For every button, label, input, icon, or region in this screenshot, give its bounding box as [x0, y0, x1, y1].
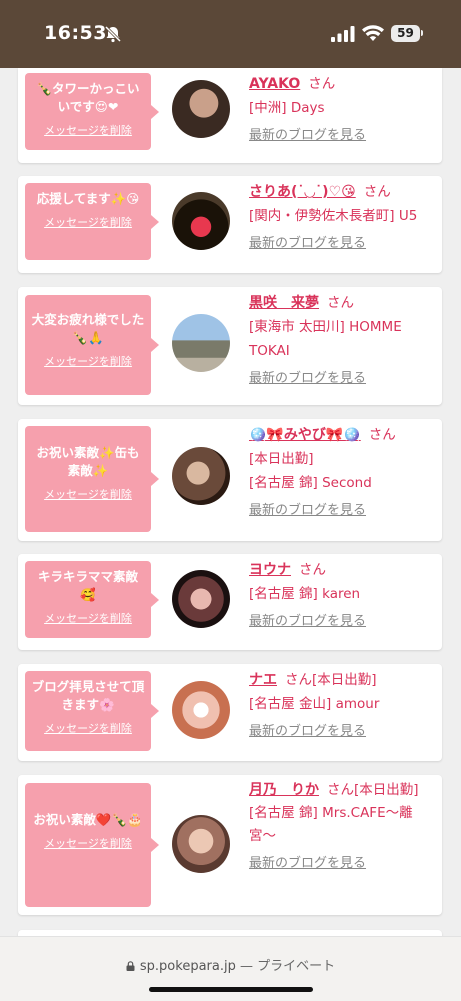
delete-message-link[interactable]: メッセージを削除 [25, 610, 151, 628]
shop-line: [東海市 太田川] HOMME TOKAI [249, 319, 402, 359]
message-card: お祝い素敵✨缶も素敵✨ メッセージを削除 🪩🎀みやび🎀🪩 さん [本日出勤] [名… [18, 419, 442, 541]
message-card: ブログ拝見させて頂きます🌸 メッセージを削除 ナエ さん[本日出勤] [名古屋 金… [18, 664, 442, 761]
latest-blog-link[interactable]: 最新のブログを見る [249, 232, 436, 256]
latest-blog-link[interactable]: 最新のブログを見る [249, 499, 436, 523]
wifi-icon [362, 25, 384, 41]
message-card: 大変お疲れ様でした🍾🙏 メッセージを削除 黒咲 来夢 さん [東海市 太田川] H… [18, 287, 442, 405]
honorific: さん [363, 184, 391, 200]
cellular-signal-icon [331, 26, 355, 42]
message-bubble: お祝い素敵❤️🍾🎂 メッセージを削除 [25, 783, 159, 907]
message-card: キラキラママ素敵🥰 メッセージを削除 ヨウナ さん [名古屋 錦] karen 最… [18, 554, 442, 650]
status-time: 16:53 [44, 22, 107, 44]
avatar[interactable] [172, 681, 230, 739]
delete-message-link[interactable]: メッセージを削除 [25, 486, 151, 504]
cast-name-link[interactable]: 黒咲 来夢 [249, 295, 319, 311]
cast-info: 月乃 りか さん[本日出勤] [名古屋 錦] Mrs.CAFE〜離宮〜 最新のブロ… [249, 779, 436, 875]
message-bubble: ブログ拝見させて頂きます🌸 メッセージを削除 [25, 671, 159, 751]
message-bubble: 応援してます✨😘 メッセージを削除 [25, 183, 159, 260]
browser-address-bar[interactable]: sp.pokepara.jp — プライベート [0, 936, 461, 1001]
delete-message-link[interactable]: メッセージを削除 [25, 214, 151, 232]
shop-line: [名古屋 錦] karen [249, 586, 361, 602]
message-bubble: 大変お疲れ様でした🍾🙏 メッセージを削除 [25, 295, 159, 395]
cast-info: 黒咲 来夢 さん [東海市 太田川] HOMME TOKAI 最新のブログを見る [249, 291, 436, 391]
latest-blog-link[interactable]: 最新のブログを見る [249, 124, 436, 148]
message-text: 🍾タワーかっこいいです😍❤ [36, 81, 140, 114]
avatar[interactable] [172, 570, 230, 628]
shop-line: [本日出勤] [249, 451, 314, 467]
delete-message-link[interactable]: メッセージを削除 [25, 835, 151, 853]
message-bubble: キラキラママ素敵🥰 メッセージを削除 [25, 561, 159, 638]
honorific: さん[本日出勤] [327, 782, 419, 798]
cast-name-link[interactable]: 月乃 りか [249, 782, 319, 798]
avatar[interactable] [172, 80, 230, 138]
message-card: 🍾タワーかっこいいです😍❤ メッセージを削除 AYAKO さん [中洲] Days… [18, 68, 442, 163]
shop-line: [名古屋 錦] Mrs.CAFE〜離宮〜 [249, 805, 413, 844]
avatar[interactable] [172, 447, 230, 505]
honorific: さん[本日出勤] [285, 672, 377, 688]
avatar[interactable] [172, 314, 230, 372]
cast-name-link[interactable]: ヨウナ [249, 562, 291, 578]
cast-info: 🪩🎀みやび🎀🪩 さん [本日出勤] [名古屋 錦] Second 最新のブログを見… [249, 423, 436, 523]
home-indicator[interactable] [149, 987, 313, 992]
cast-name-link[interactable]: 🪩🎀みやび🎀🪩 [249, 427, 361, 443]
shop-line: [名古屋 錦] Second [249, 475, 372, 491]
message-text: お祝い素敵✨缶も素敵✨ [36, 445, 140, 478]
shop-line: [名古屋 金山] amour [249, 696, 380, 712]
honorific: さん [368, 427, 396, 443]
cast-info: さりあ(˙◡˙)♡😘 さん [関内・伊勢佐木長者町] U5 最新のブログを見る [249, 180, 436, 256]
latest-blog-link[interactable]: 最新のブログを見る [249, 610, 436, 634]
delete-message-link[interactable]: メッセージを削除 [25, 353, 151, 371]
avatar[interactable] [172, 815, 230, 873]
honorific: さん [308, 76, 336, 92]
latest-blog-link[interactable]: 最新のブログを見る [249, 367, 436, 391]
delete-message-link[interactable]: メッセージを削除 [25, 122, 151, 140]
message-bubble: 🍾タワーかっこいいです😍❤ メッセージを削除 [25, 73, 159, 150]
cast-name-link[interactable]: AYAKO [249, 76, 300, 92]
delete-message-link[interactable]: メッセージを削除 [25, 720, 151, 738]
url-text: sp.pokepara.jp [139, 959, 236, 974]
latest-blog-link[interactable]: 最新のブログを見る [249, 852, 436, 875]
message-bubble: お祝い素敵✨缶も素敵✨ メッセージを削除 [25, 426, 159, 532]
lock-icon [126, 961, 135, 971]
message-card: お祝い素敵❤️🍾🎂 メッセージを削除 月乃 りか さん[本日出勤] [名古屋 錦]… [18, 775, 442, 915]
latest-blog-link[interactable]: 最新のブログを見る [249, 720, 436, 744]
battery-indicator: 59 [391, 25, 420, 42]
honorific: さん [327, 295, 354, 311]
message-text: 応援してます✨😘 [36, 191, 140, 206]
message-text: ブログ拝見させて頂きます🌸 [31, 679, 145, 712]
shop-line: [関内・伊勢佐木長者町] U5 [249, 208, 418, 224]
url-display[interactable]: sp.pokepara.jp — プライベート [0, 955, 461, 974]
battery-tip [421, 30, 423, 36]
message-text: 大変お疲れ様でした🍾🙏 [31, 312, 145, 345]
message-text: お祝い素敵❤️🍾🎂 [33, 812, 143, 827]
cast-info: AYAKO さん [中洲] Days 最新のブログを見る [249, 72, 436, 148]
status-bar: 16:53 59 [0, 0, 461, 68]
avatar[interactable] [172, 192, 230, 250]
private-mode-label: — プライベート [235, 959, 336, 974]
message-card: 応援してます✨😘 メッセージを削除 さりあ(˙◡˙)♡😘 さん [関内・伊勢佐木長… [18, 176, 442, 273]
honorific: さん [299, 562, 326, 578]
cast-name-link[interactable]: さりあ(˙◡˙)♡😘 [249, 184, 356, 200]
cast-name-link[interactable]: ナエ [249, 672, 277, 688]
shop-line: [中洲] Days [249, 100, 325, 116]
silent-bell-icon [104, 25, 122, 43]
cast-info: ナエ さん[本日出勤] [名古屋 金山] amour 最新のブログを見る [249, 668, 436, 744]
message-text: キラキラママ素敵🥰 [37, 569, 138, 602]
cast-info: ヨウナ さん [名古屋 錦] karen 最新のブログを見る [249, 558, 436, 634]
